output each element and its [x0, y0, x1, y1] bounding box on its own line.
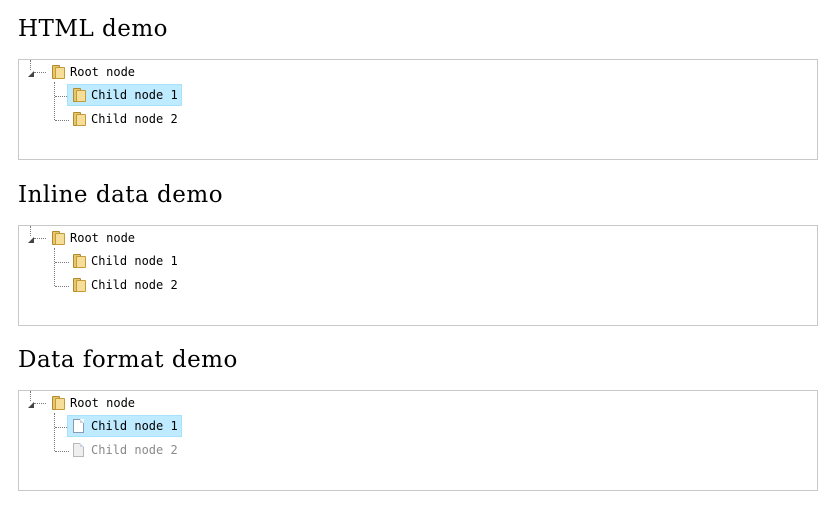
- section-title: HTML demo: [18, 16, 169, 42]
- folder-icon: [50, 64, 66, 80]
- folder-icon: [71, 277, 87, 293]
- tree-node-child-2[interactable]: Child node 2: [67, 274, 182, 296]
- tree-node-child-2: Child node 2: [67, 439, 182, 461]
- tree-node-child-1[interactable]: Child node 1: [67, 84, 182, 106]
- tree-node-child-2[interactable]: Child node 2: [67, 108, 182, 130]
- tree-node-child-1[interactable]: Child node 1: [67, 415, 182, 437]
- folder-icon: [50, 230, 66, 246]
- section-title: Data format demo: [18, 347, 238, 373]
- folder-icon: [71, 111, 87, 127]
- tree-node-root[interactable]: Root node: [46, 227, 139, 249]
- tree-node-child-1[interactable]: Child node 1: [67, 250, 182, 272]
- section-title: Inline data demo: [18, 182, 224, 208]
- tree-view: Root node Child node 1 Child node 2: [18, 390, 818, 491]
- tree-view: Root node Child node 1 Child node 2: [18, 59, 818, 160]
- file-icon: [71, 442, 87, 458]
- tree-node-root[interactable]: Root node: [46, 392, 139, 414]
- folder-icon: [71, 253, 87, 269]
- tree-view: Root node Child node 1 Child node 2: [18, 225, 818, 326]
- tree-node-root[interactable]: Root node: [46, 61, 139, 83]
- file-icon: [71, 418, 87, 434]
- folder-icon: [50, 395, 66, 411]
- folder-icon: [71, 87, 87, 103]
